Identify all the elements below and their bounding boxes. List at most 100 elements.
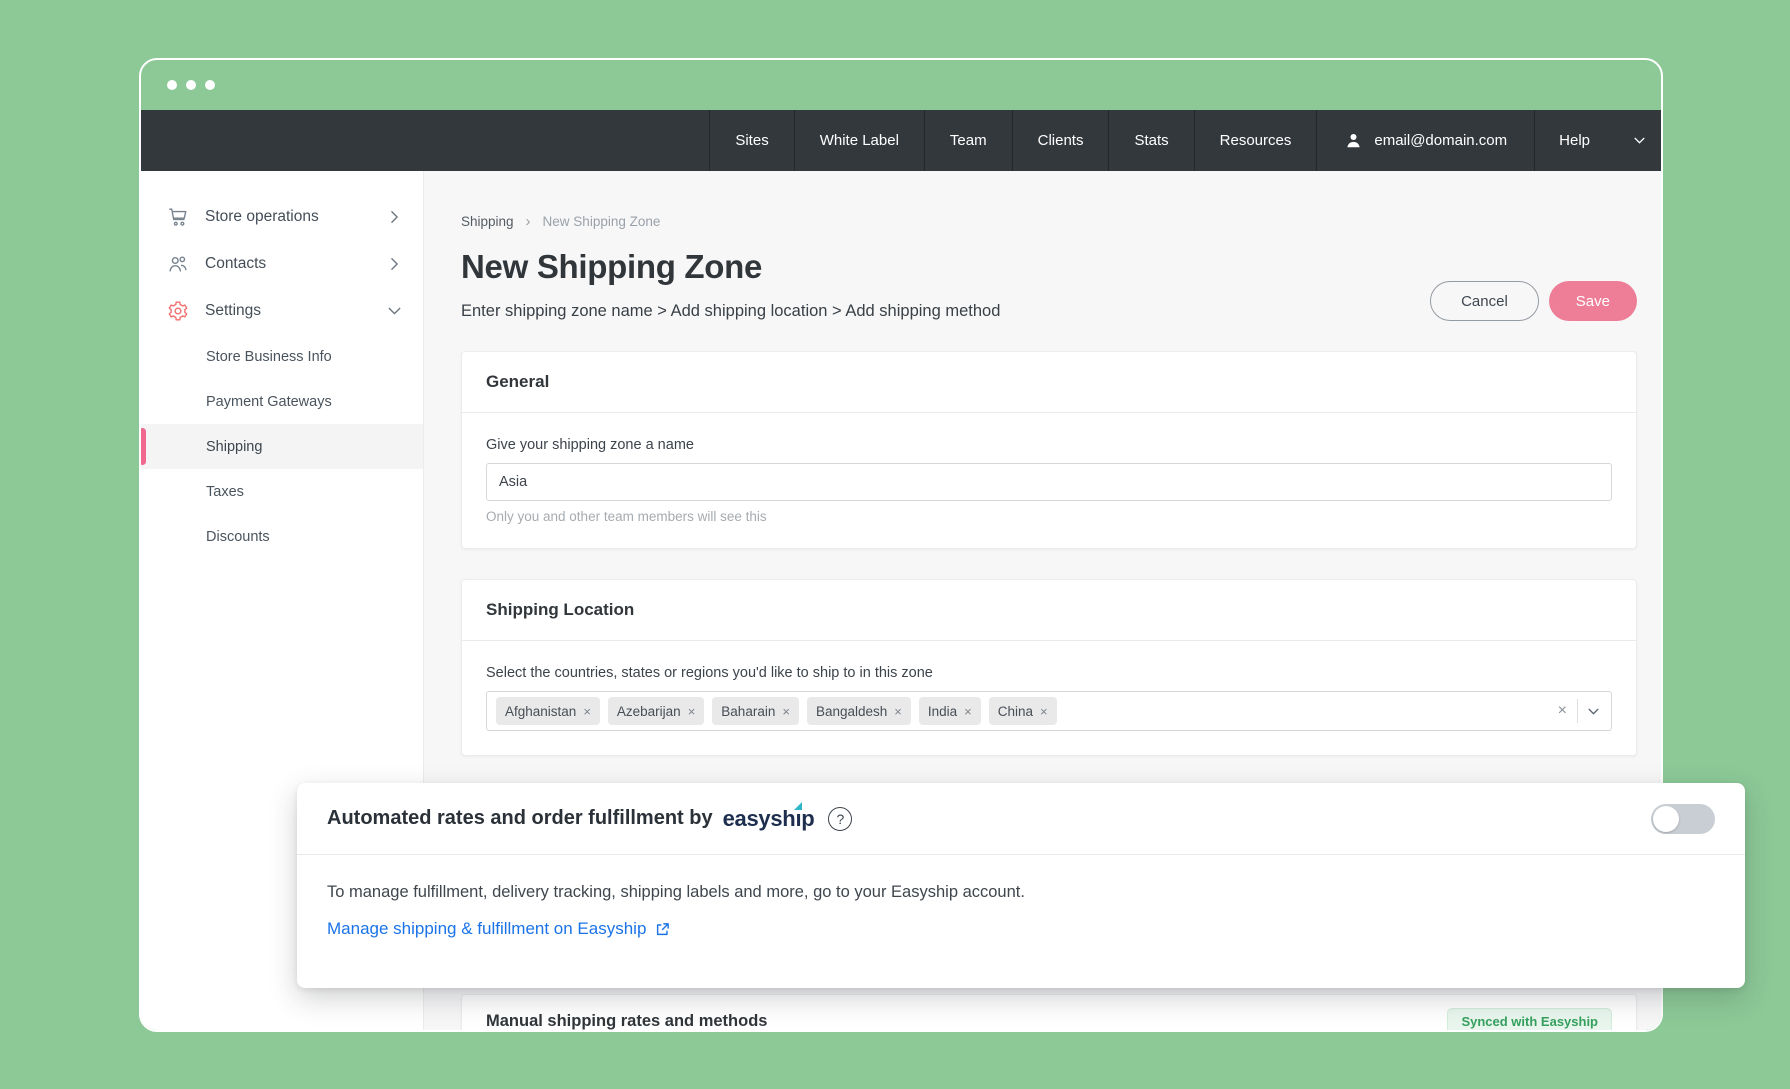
chip-label: India [928,704,957,719]
manual-shipping-header: Manual shipping rates and methods Synced… [462,995,1636,1032]
easyship-panel: Automated rates and order fulfillment by… [297,783,1745,988]
chevron-right-icon [390,210,399,224]
chip-label: China [998,704,1033,719]
page-actions: Cancel Save [1430,281,1637,321]
nav-item-white-label[interactable]: White Label [794,110,924,171]
general-card: General Give your shipping zone a name O… [461,351,1637,549]
easyship-logo: easyshıp [723,806,815,832]
breadcrumb: Shipping › New Shipping Zone [461,213,1637,230]
multiselect-controls: × [1558,699,1599,723]
navbar-spacer [141,110,709,171]
breadcrumb-shipping[interactable]: Shipping [461,214,514,229]
people-icon [167,253,189,275]
chip-label: Bangaldesh [816,704,887,719]
external-link-icon [655,922,670,937]
chevron-down-icon[interactable] [1588,708,1599,715]
page-title: New Shipping Zone [461,248,1000,286]
save-button[interactable]: Save [1549,281,1637,321]
country-chip[interactable]: China × [989,697,1057,725]
chip-remove-icon[interactable]: × [688,704,696,719]
sidebar-item-payment-gateways[interactable]: Payment Gateways [141,379,423,424]
sidebar-subitem-label: Taxes [206,484,244,500]
breadcrumb-separator-icon: › [526,213,531,230]
chip-remove-icon[interactable]: × [782,704,790,719]
zone-name-helper: Only you and other team members will see… [486,509,1612,524]
country-chip[interactable]: India × [919,697,981,725]
nav-item-resources[interactable]: Resources [1194,110,1317,171]
easyship-toggle[interactable] [1651,804,1715,834]
chip-label: Afghanistan [505,704,576,719]
sidebar-item-taxes[interactable]: Taxes [141,469,423,514]
nav-item-team[interactable]: Team [924,110,1012,171]
chip-label: Baharain [721,704,775,719]
chevron-down-icon [388,306,402,315]
top-navbar: Sites White Label Team Clients Stats Res… [141,110,1661,171]
multiselect-divider [1577,699,1578,723]
country-chip[interactable]: Baharain × [712,697,799,725]
sidebar-item-store-operations[interactable]: Store operations [141,193,423,240]
cancel-button[interactable]: Cancel [1430,281,1539,321]
nav-help-menu[interactable]: Help [1534,110,1661,171]
country-chip[interactable]: Azebarijan × [608,697,704,725]
nav-account-menu[interactable]: email@domain.com [1316,110,1534,171]
user-icon [1344,131,1363,150]
sidebar-item-shipping[interactable]: Shipping [141,424,423,469]
general-card-body: Give your shipping zone a name Only you … [462,413,1636,548]
shipping-location-card: Shipping Location Select the countries, … [461,579,1637,756]
window-control-dot[interactable] [167,80,177,90]
sidebar-item-contacts[interactable]: Contacts [141,240,423,287]
shipping-location-title: Shipping Location [462,580,1636,641]
sidebar-item-label: Contacts [205,255,266,273]
easyship-panel-body: To manage fulfillment, delivery tracking… [297,855,1745,967]
help-label: Help [1559,132,1590,149]
sidebar-subitem-label: Payment Gateways [206,394,332,410]
chevron-right-icon [390,257,399,271]
sidebar-item-store-business-info[interactable]: Store Business Info [141,334,423,379]
nav-item-clients[interactable]: Clients [1012,110,1109,171]
easyship-manage-link[interactable]: Manage shipping & fulfillment on Easyshi… [327,919,1715,939]
clear-all-icon[interactable]: × [1558,703,1567,719]
sidebar-item-label: Store operations [205,208,319,226]
chip-remove-icon[interactable]: × [1040,704,1048,719]
country-multiselect[interactable]: Afghanistan × Azebarijan × Baharain × [486,691,1612,731]
page-header-text: New Shipping Zone Enter shipping zone na… [461,248,1000,321]
window-titlebar [141,60,1661,110]
window-control-dot[interactable] [186,80,196,90]
easyship-panel-title: Automated rates and order fulfillment by [327,807,713,830]
gear-icon [167,300,189,322]
toggle-knob [1653,806,1679,832]
window-control-dot[interactable] [205,80,215,90]
help-tooltip-icon[interactable]: ? [828,807,852,831]
country-chip[interactable]: Bangaldesh × [807,697,911,725]
nav-item-sites[interactable]: Sites [709,110,793,171]
easyship-link-label: Manage shipping & fulfillment on Easyshi… [327,919,646,939]
sidebar-item-label: Settings [205,302,261,320]
sidebar-subitem-label: Shipping [206,439,262,455]
zone-name-label: Give your shipping zone a name [486,437,1612,453]
manual-shipping-card: Manual shipping rates and methods Synced… [461,994,1637,1032]
easyship-panel-header: Automated rates and order fulfillment by… [297,783,1745,855]
cart-icon [167,206,189,228]
breadcrumb-current: New Shipping Zone [543,214,661,229]
chip-remove-icon[interactable]: × [894,704,902,719]
easyship-description: To manage fulfillment, delivery tracking… [327,883,1715,902]
account-email: email@domain.com [1374,132,1507,149]
general-card-title: General [462,352,1636,413]
zone-name-input[interactable] [486,463,1612,501]
manual-shipping-title: Manual shipping rates and methods [486,1012,767,1031]
nav-item-stats[interactable]: Stats [1108,110,1193,171]
sidebar-subitem-label: Discounts [206,529,270,545]
easyship-logo-i: ı [795,806,801,832]
sidebar-item-settings[interactable]: Settings [141,287,423,334]
chip-remove-icon[interactable]: × [964,704,972,719]
synced-badge: Synced with Easyship [1447,1008,1612,1032]
chip-label: Azebarijan [617,704,681,719]
page-header: New Shipping Zone Enter shipping zone na… [461,248,1637,321]
chip-remove-icon[interactable]: × [583,704,591,719]
location-select-label: Select the countries, states or regions … [486,665,1612,681]
shipping-location-body: Select the countries, states or regions … [462,641,1636,755]
chevron-down-icon [1634,137,1645,144]
sidebar-item-discounts[interactable]: Discounts [141,514,423,559]
sidebar-subitem-label: Store Business Info [206,349,332,365]
country-chip[interactable]: Afghanistan × [496,697,600,725]
